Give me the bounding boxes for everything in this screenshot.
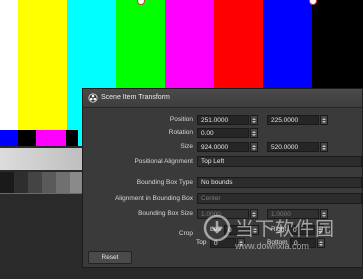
- size-width-field[interactable]: 924.0000: [197, 142, 249, 152]
- position-x-field[interactable]: 251.0000: [197, 115, 249, 125]
- gray-step: [0, 172, 14, 194]
- bounding-box-type-label: Bounding Box Type: [136, 179, 193, 186]
- reset-button[interactable]: Reset: [88, 251, 132, 264]
- position-y-spinner[interactable]: [320, 115, 328, 125]
- crop-label: Crop: [178, 230, 193, 237]
- size-height-spinner[interactable]: [320, 142, 328, 152]
- dialog-titlebar[interactable]: Scene Item Transform: [83, 89, 362, 108]
- sub-bar-magenta: [36, 130, 66, 146]
- positional-alignment-dropdown[interactable]: Top Left: [197, 156, 362, 167]
- gray-step: [56, 172, 70, 194]
- size-height-field[interactable]: 520.0000: [267, 142, 319, 152]
- bounding-box-alignment-label: Alignment in Bounding Box: [114, 195, 193, 202]
- size-width-spinner[interactable]: [250, 142, 258, 152]
- color-bar-white: [0, 0, 18, 146]
- position-label: Position: [169, 116, 193, 123]
- bounding-box-size-label: Bounding Box Size: [138, 210, 193, 217]
- position-y-field[interactable]: 225.0000: [267, 115, 319, 125]
- rotation-spinner[interactable]: [250, 128, 258, 138]
- position-x-spinner[interactable]: [250, 115, 258, 125]
- color-bar-yellow: [18, 0, 67, 146]
- bounding-box-alignment-dropdown[interactable]: Center: [197, 193, 362, 204]
- dialog-title: Scene Item Transform: [101, 94, 170, 101]
- gray-step: [70, 172, 82, 194]
- rotation-label: Rotation: [168, 129, 193, 136]
- gray-step: [42, 172, 56, 194]
- selection-box-edge: [0, 193, 82, 194]
- rotation-field[interactable]: 0.00: [197, 128, 249, 138]
- gray-strip: [0, 148, 90, 170]
- sub-bar-black-2: [66, 130, 78, 146]
- watermark: 当下软件园 www.downxia.com: [203, 210, 363, 268]
- gray-step: [28, 172, 42, 194]
- watermark-url: www.downxia.com: [235, 241, 310, 251]
- bounding-box-type-dropdown[interactable]: No bounds: [197, 177, 362, 188]
- positional-alignment-label: Positional Alignment: [134, 158, 193, 165]
- watermark-text: 当下软件园: [235, 219, 336, 240]
- sub-bar-blue: [0, 130, 18, 146]
- obs-logo-icon: [88, 93, 98, 103]
- size-label: Size: [180, 143, 193, 150]
- gray-step: [14, 172, 28, 194]
- sub-bar-black: [18, 130, 36, 146]
- downxia-logo-icon: [203, 214, 231, 242]
